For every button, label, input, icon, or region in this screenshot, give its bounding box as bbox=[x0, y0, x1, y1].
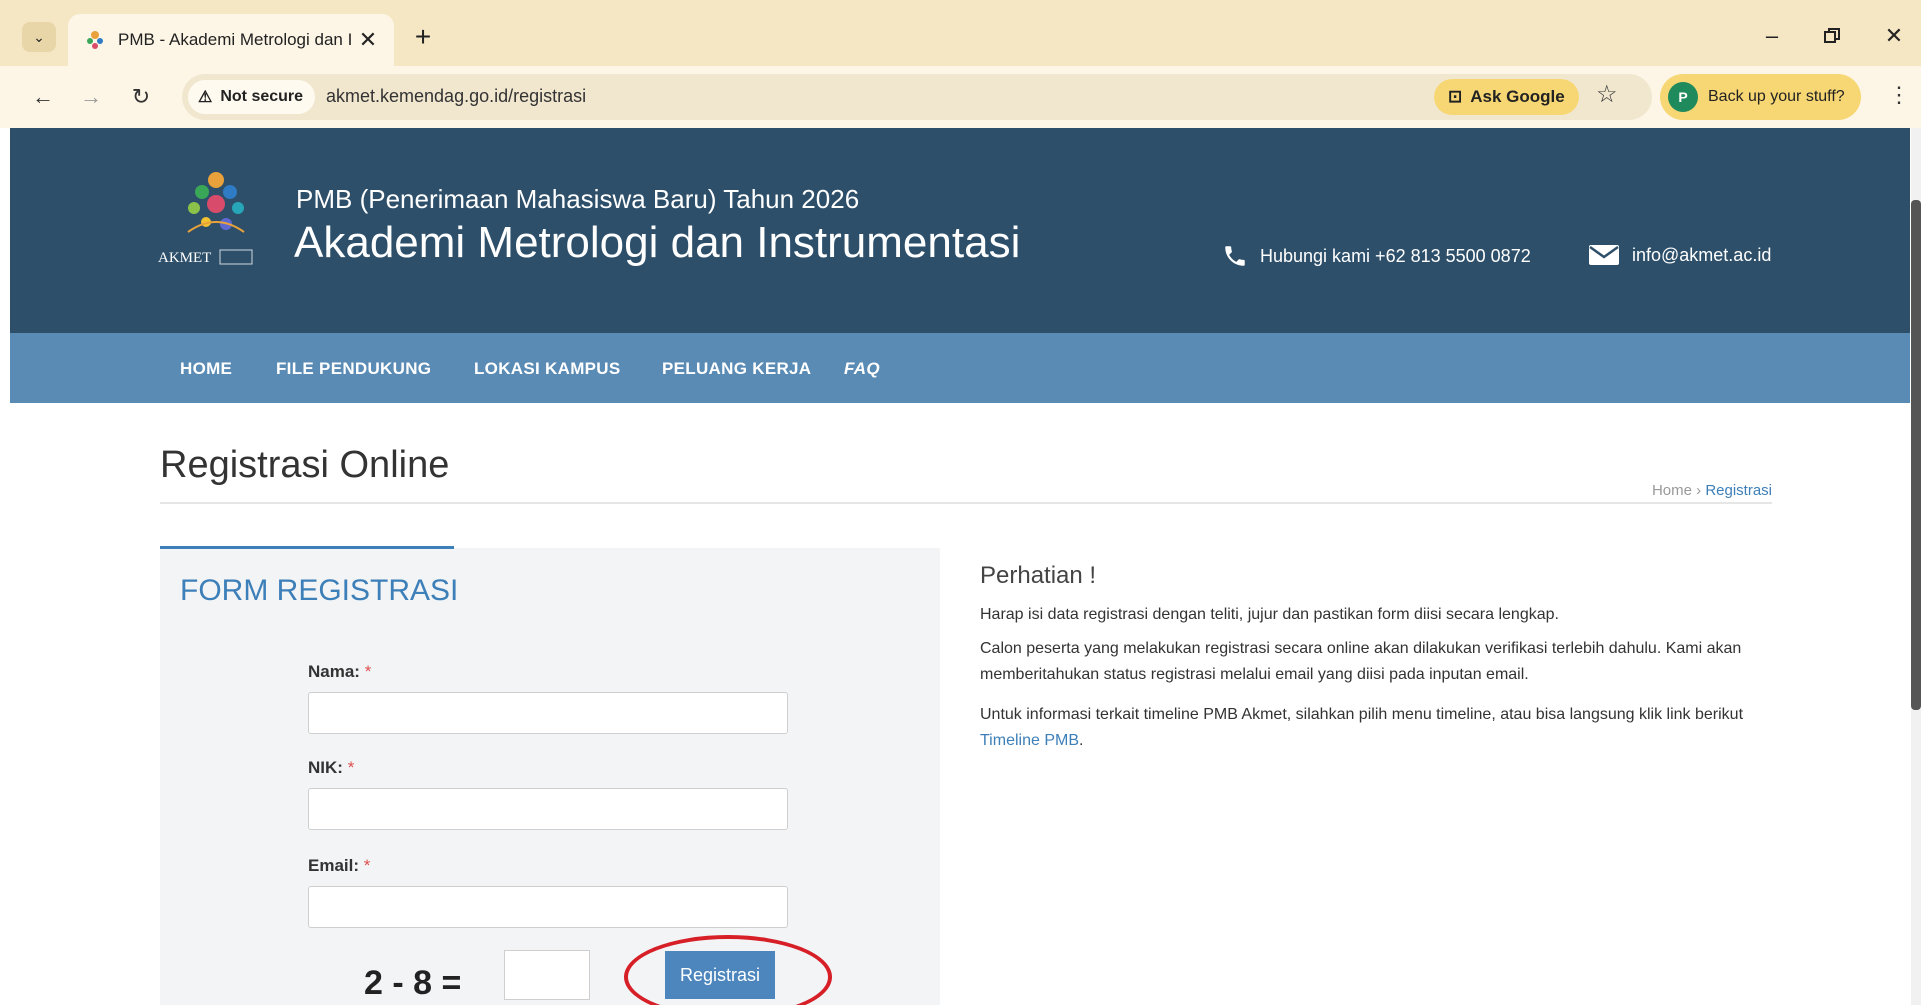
timeline-pmb-link[interactable]: Timeline PMB bbox=[980, 732, 1079, 749]
notice-paragraph-2: Calon peserta yang melakukan registrasi … bbox=[980, 640, 1742, 683]
site-title: Akademi Metrologi dan Instrumentasi bbox=[294, 218, 1021, 267]
breadcrumb-separator: › bbox=[1696, 482, 1702, 499]
header-subtitle: PMB (Penerimaan Mahasiswa Baru) Tahun 20… bbox=[296, 184, 860, 214]
tab-search-button[interactable]: ⌄ bbox=[22, 22, 56, 52]
minimize-icon[interactable]: – bbox=[1752, 18, 1792, 54]
kebab-menu-icon[interactable]: ⋮ bbox=[1888, 82, 1910, 108]
logo-text: AKMET bbox=[158, 250, 211, 266]
backup-label: Back up your stuff? bbox=[1708, 88, 1845, 105]
breadcrumb-home[interactable]: Home bbox=[1652, 482, 1692, 499]
tab-strip: ⌄ PMB - Akademi Metrologi dan I ✕ + – ✕ bbox=[0, 0, 1921, 66]
email-label-text: Email: bbox=[308, 856, 360, 875]
notice-p3-text: Untuk informasi terkait timeline PMB Akm… bbox=[980, 706, 1744, 723]
page-title: Registrasi Online bbox=[160, 444, 450, 486]
back-arrow-icon[interactable]: ← bbox=[26, 80, 60, 114]
email-input[interactable] bbox=[308, 886, 788, 928]
tab-close-icon[interactable]: ✕ bbox=[354, 26, 382, 54]
nav-item-file-pendukung[interactable]: FILE PENDUKUNG bbox=[276, 359, 431, 379]
url-text[interactable]: akmet.kemendag.go.id/registrasi bbox=[326, 86, 586, 107]
registration-form-panel bbox=[160, 548, 940, 1005]
scrollbar-thumb[interactable] bbox=[1911, 200, 1921, 710]
required-mark: * bbox=[363, 856, 371, 875]
contact-phone[interactable]: Hubungi kami +62 813 5500 0872 bbox=[1222, 243, 1531, 269]
captcha-question: 2 - 8 = bbox=[364, 964, 462, 1002]
nik-input[interactable] bbox=[308, 788, 788, 830]
not-secure-label: Not secure bbox=[220, 88, 304, 105]
bookmark-star-icon[interactable]: ☆ bbox=[1596, 80, 1618, 109]
akmet-logo[interactable]: AKMET bbox=[158, 162, 288, 282]
chevron-down-icon: ⌄ bbox=[33, 28, 45, 45]
active-tab[interactable]: PMB - Akademi Metrologi dan I ✕ bbox=[68, 14, 394, 66]
notice-paragraph-3: Untuk informasi terkait timeline PMB Akm… bbox=[980, 702, 1775, 754]
lens-icon: ⊡ bbox=[1448, 87, 1463, 106]
nav-item-faq[interactable]: FAQ bbox=[844, 359, 880, 379]
notice-title: Perhatian ! bbox=[980, 562, 1097, 589]
browser-toolbar: ← → ↻ ⚠ Not secure akmet.kemendag.go.id/… bbox=[0, 66, 1921, 128]
form-heading: FORM REGISTRASI bbox=[180, 574, 459, 607]
title-divider bbox=[160, 502, 1772, 504]
reload-icon[interactable]: ↻ bbox=[124, 80, 158, 114]
site-info-chip[interactable]: ⚠ Not secure bbox=[188, 80, 316, 114]
ask-google-label: Ask Google bbox=[1470, 87, 1565, 106]
phone-icon bbox=[1225, 246, 1245, 266]
notice-p3-suffix: . bbox=[1078, 732, 1084, 749]
form-accent-bar bbox=[160, 546, 454, 549]
breadcrumb-current: Registrasi bbox=[1705, 482, 1772, 499]
backup-button[interactable]: P Back up your stuff? bbox=[1660, 74, 1861, 120]
address-bar[interactable]: ⚠ Not secure akmet.kemendag.go.id/regist… bbox=[182, 74, 1652, 120]
warning-icon: ⚠ bbox=[198, 89, 213, 106]
contact-email[interactable]: info@akmet.ac.id bbox=[1588, 243, 1771, 267]
nama-label-text: Nama: bbox=[308, 662, 360, 681]
nav-item-peluang-kerja[interactable]: PELUANG KERJA bbox=[662, 359, 811, 379]
envelope-icon bbox=[1589, 245, 1619, 265]
nama-input[interactable] bbox=[308, 692, 788, 734]
site-header: AKMET PMB (Penerimaan Mahasiswa Baru) Ta… bbox=[10, 128, 1910, 333]
new-tab-button[interactable]: + bbox=[406, 20, 440, 54]
notice-paragraph-1: Harap isi data registrasi dengan teliti,… bbox=[980, 606, 1559, 623]
nama-label: Nama: * bbox=[308, 662, 371, 682]
close-window-icon[interactable]: ✕ bbox=[1874, 18, 1914, 54]
tab-title: PMB - Akademi Metrologi dan I bbox=[118, 30, 353, 49]
nav-item-home[interactable]: HOME bbox=[180, 359, 232, 379]
forward-arrow-icon[interactable]: → bbox=[74, 80, 108, 114]
page-viewport: AKMET PMB (Penerimaan Mahasiswa Baru) Ta… bbox=[10, 128, 1910, 1005]
phone-text: Hubungi kami +62 813 5500 0872 bbox=[1260, 245, 1531, 266]
restore-icon[interactable] bbox=[1812, 18, 1852, 54]
breadcrumb: Home › Registrasi bbox=[1620, 482, 1772, 499]
akmet-favicon-icon bbox=[87, 31, 103, 49]
captcha-input[interactable] bbox=[504, 950, 590, 1000]
required-mark: * bbox=[347, 758, 355, 777]
nik-label: NIK: * bbox=[308, 758, 354, 778]
nav-item-lokasi-kampus[interactable]: LOKASI KAMPUS bbox=[474, 359, 621, 379]
ask-google-button[interactable]: ⊡ Ask Google bbox=[1434, 79, 1579, 115]
main-nav: HOME FILE PENDUKUNG LOKASI KAMPUS PELUAN… bbox=[10, 333, 1910, 403]
nik-label-text: NIK: bbox=[308, 758, 343, 777]
required-mark: * bbox=[364, 662, 372, 681]
email-text: info@akmet.ac.id bbox=[1632, 244, 1772, 265]
avatar: P bbox=[1668, 82, 1698, 112]
email-label: Email: * bbox=[308, 856, 370, 876]
